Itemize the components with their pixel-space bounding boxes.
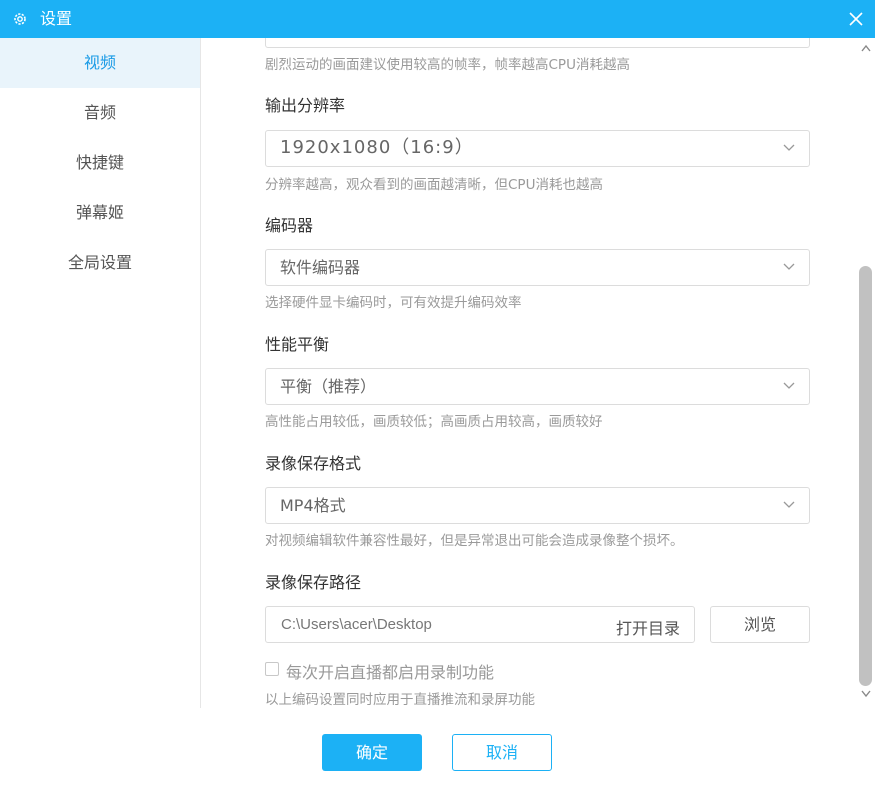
- sidebar: 视频 音频 快捷键 弹幕姬 全局设置: [0, 38, 201, 708]
- encoder-select[interactable]: 软件编码器: [265, 249, 810, 286]
- format-value: MP4格式: [280, 496, 346, 515]
- framerate-select[interactable]: [265, 38, 810, 48]
- sidebar-item-video[interactable]: 视频: [0, 38, 200, 88]
- performance-select[interactable]: 平衡（推荐）: [265, 368, 810, 405]
- format-hint: 对视频编辑软件兼容性最好，但是异常退出可能会造成录像整个损坏。: [265, 533, 684, 549]
- encoder-hint: 选择硬件显卡编码时，可有效提升编码效率: [265, 295, 522, 311]
- resolution-label: 输出分辨率: [265, 96, 346, 115]
- chevron-down-icon: [783, 382, 795, 389]
- chevron-down-icon: [783, 501, 795, 508]
- chevron-down-icon: [783, 144, 795, 151]
- scroll-down-arrow-icon[interactable]: [861, 690, 871, 698]
- settings-content: 剧烈运动的画面建议使用较高的帧率，帧率越高CPU消耗越高 输出分辨率 1920x…: [202, 38, 856, 708]
- save-path-label: 录像保存路径: [265, 573, 362, 592]
- chevron-down-icon: [783, 263, 795, 270]
- format-label: 录像保存格式: [265, 454, 362, 473]
- gear-icon: [14, 13, 26, 25]
- sidebar-item-audio[interactable]: 音频: [0, 88, 200, 138]
- format-select[interactable]: MP4格式: [265, 487, 810, 524]
- open-directory-link[interactable]: 打开目录: [616, 615, 680, 639]
- window-title: 设置: [40, 9, 73, 28]
- auto-record-checkbox[interactable]: [265, 662, 279, 676]
- framerate-hint: 剧烈运动的画面建议使用较高的帧率，帧率越高CPU消耗越高: [265, 57, 630, 73]
- close-icon[interactable]: [847, 10, 865, 28]
- resolution-select[interactable]: 1920x1080（16:9）: [265, 130, 810, 167]
- dialog-footer: 确定 取消: [0, 708, 875, 801]
- footer-note: 以上编码设置同时应用于直播推流和录屏功能: [265, 692, 535, 708]
- resolution-value: 1920x1080（16:9）: [280, 137, 474, 158]
- title-bar: 设置: [0, 0, 875, 38]
- save-path-input[interactable]: C:\Users\acer\Desktop 打开目录: [265, 606, 695, 643]
- encoder-value: 软件编码器: [280, 258, 361, 277]
- performance-value: 平衡（推荐）: [280, 377, 377, 396]
- performance-label: 性能平衡: [265, 335, 330, 354]
- cancel-button[interactable]: 取消: [452, 734, 552, 771]
- sidebar-item-global-settings[interactable]: 全局设置: [0, 238, 200, 288]
- browse-button[interactable]: 浏览: [710, 606, 810, 643]
- save-path-value: C:\Users\acer\Desktop: [281, 616, 432, 633]
- sidebar-item-danmaku[interactable]: 弹幕姬: [0, 188, 200, 238]
- sidebar-item-shortcuts[interactable]: 快捷键: [0, 138, 200, 188]
- encoder-label: 编码器: [265, 216, 314, 235]
- confirm-button[interactable]: 确定: [322, 734, 422, 771]
- auto-record-label: 每次开启直播都启用录制功能: [286, 663, 495, 682]
- scroll-up-arrow-icon[interactable]: [861, 44, 871, 52]
- scrollbar-thumb[interactable]: [859, 266, 872, 686]
- performance-hint: 高性能占用较低，画质较低；高画质占用较高，画质较好: [265, 414, 603, 430]
- resolution-hint: 分辨率越高，观众看到的画面越清晰，但CPU消耗也越高: [265, 177, 603, 193]
